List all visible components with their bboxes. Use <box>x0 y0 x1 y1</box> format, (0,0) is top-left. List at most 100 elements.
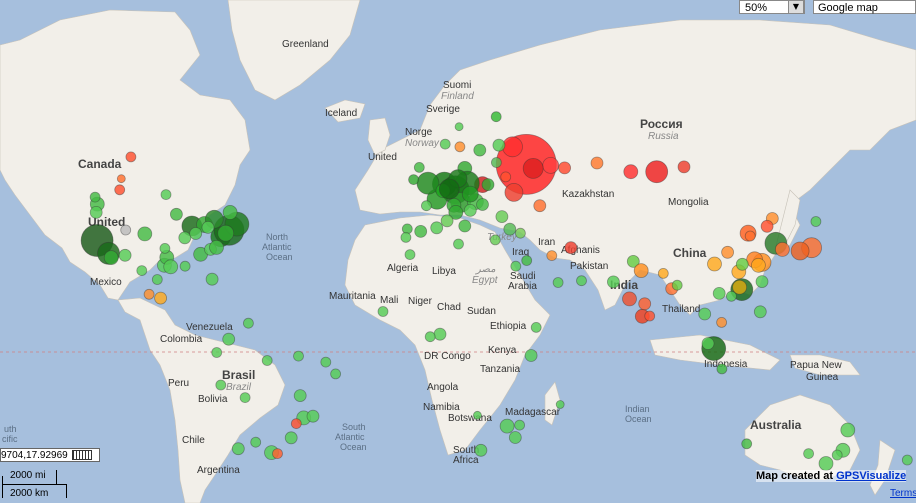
map-marker[interactable] <box>179 260 191 272</box>
map-marker[interactable] <box>215 379 227 391</box>
map-marker[interactable] <box>151 274 163 285</box>
map-marker[interactable] <box>481 178 495 192</box>
map-marker[interactable] <box>716 363 728 375</box>
map-marker[interactable] <box>490 111 502 123</box>
map-marker[interactable] <box>500 171 512 183</box>
map-marker[interactable] <box>726 290 737 302</box>
map-marker[interactable] <box>458 219 472 233</box>
map-marker[interactable] <box>818 456 834 471</box>
map-marker[interactable] <box>154 291 168 305</box>
map-marker[interactable] <box>440 214 454 228</box>
map-marker[interactable] <box>716 316 727 328</box>
map-marker[interactable] <box>504 182 524 202</box>
map-marker[interactable] <box>438 178 460 200</box>
map-marker[interactable] <box>424 331 436 343</box>
map-marker[interactable] <box>430 221 444 235</box>
map-marker[interactable] <box>306 409 320 423</box>
map-marker[interactable] <box>515 227 526 239</box>
map-marker[interactable] <box>707 256 722 272</box>
map-marker[interactable] <box>290 418 302 430</box>
map-marker[interactable] <box>508 431 522 444</box>
map-marker[interactable] <box>116 174 126 184</box>
map-marker[interactable] <box>136 265 148 277</box>
map-marker[interactable] <box>231 442 245 456</box>
map-marker[interactable] <box>143 288 155 300</box>
map-marker[interactable] <box>242 317 254 329</box>
map-marker[interactable] <box>564 241 578 255</box>
map-marker[interactable] <box>803 448 814 460</box>
map-marker[interactable] <box>420 200 432 212</box>
ruler-icon[interactable] <box>71 450 92 461</box>
map-marker[interactable] <box>760 219 774 233</box>
map-marker[interactable] <box>178 231 192 245</box>
map-marker[interactable] <box>189 227 203 240</box>
map-marker[interactable] <box>330 368 342 380</box>
map-marker[interactable] <box>217 224 235 242</box>
map-marker[interactable] <box>671 279 683 291</box>
map-marker[interactable] <box>533 199 547 213</box>
map-marker[interactable] <box>377 306 389 317</box>
map-marker[interactable] <box>510 260 522 272</box>
map-marker[interactable] <box>502 136 523 158</box>
map-marker[interactable] <box>205 272 219 286</box>
map-marker[interactable] <box>120 224 132 236</box>
map-marker[interactable] <box>474 443 488 457</box>
map-marker[interactable] <box>744 230 756 242</box>
map-marker[interactable] <box>499 418 515 434</box>
map-marker[interactable] <box>521 255 533 266</box>
map-marker[interactable] <box>453 238 464 250</box>
map-marker[interactable] <box>222 332 236 346</box>
terms-link[interactable]: Terms <box>890 488 916 499</box>
map-marker[interactable] <box>701 337 715 350</box>
map-marker[interactable] <box>284 431 298 445</box>
map-marker[interactable] <box>160 189 172 201</box>
map-marker[interactable] <box>169 207 183 221</box>
map-marker[interactable] <box>657 267 669 279</box>
map-marker[interactable] <box>495 210 509 224</box>
map-marker[interactable] <box>261 355 273 366</box>
map-marker[interactable] <box>576 275 587 287</box>
map-marker[interactable] <box>433 327 447 341</box>
map-marker[interactable] <box>201 220 215 234</box>
map-marker[interactable] <box>89 205 103 219</box>
map-marker[interactable] <box>542 156 560 174</box>
map-marker[interactable] <box>159 242 171 254</box>
map-marker[interactable] <box>293 350 304 362</box>
map-marker[interactable] <box>644 310 656 322</box>
map-marker[interactable] <box>118 248 132 262</box>
map-marker[interactable] <box>250 436 262 448</box>
map-marker[interactable] <box>712 286 726 300</box>
map-marker[interactable] <box>476 198 489 211</box>
map-marker[interactable] <box>222 204 238 220</box>
map-marker[interactable] <box>209 239 224 255</box>
map-marker[interactable] <box>546 250 558 262</box>
map-marker[interactable] <box>211 347 223 358</box>
map-marker[interactable] <box>590 156 604 170</box>
map-marker[interactable] <box>645 160 669 184</box>
gpsvisualizer-link[interactable]: GPSVisualize <box>836 470 906 482</box>
map-marker[interactable] <box>125 151 137 163</box>
map-marker[interactable] <box>622 291 637 307</box>
map-marker[interactable] <box>741 438 753 450</box>
map-marker[interactable] <box>404 249 416 261</box>
map-marker[interactable] <box>293 389 307 403</box>
map-marker[interactable] <box>408 174 420 186</box>
map-marker[interactable] <box>530 321 542 333</box>
map-marker[interactable] <box>790 241 810 261</box>
map-marker[interactable] <box>831 449 843 461</box>
map-marker[interactable] <box>638 297 652 311</box>
map-marker[interactable] <box>698 307 712 321</box>
map-marker[interactable] <box>677 160 691 174</box>
map-marker[interactable] <box>503 222 517 236</box>
map-marker[interactable] <box>514 419 525 431</box>
map-marker[interactable] <box>454 141 466 153</box>
map-marker[interactable] <box>552 277 564 288</box>
map-marker[interactable] <box>89 191 101 203</box>
map-marker[interactable] <box>751 257 766 273</box>
map-marker[interactable] <box>524 349 538 362</box>
map-marker[interactable] <box>137 226 153 242</box>
map-type-select[interactable]: Google map <box>813 0 916 14</box>
map-marker[interactable] <box>461 185 479 203</box>
map-marker[interactable] <box>492 138 506 152</box>
map-marker[interactable] <box>489 234 501 246</box>
